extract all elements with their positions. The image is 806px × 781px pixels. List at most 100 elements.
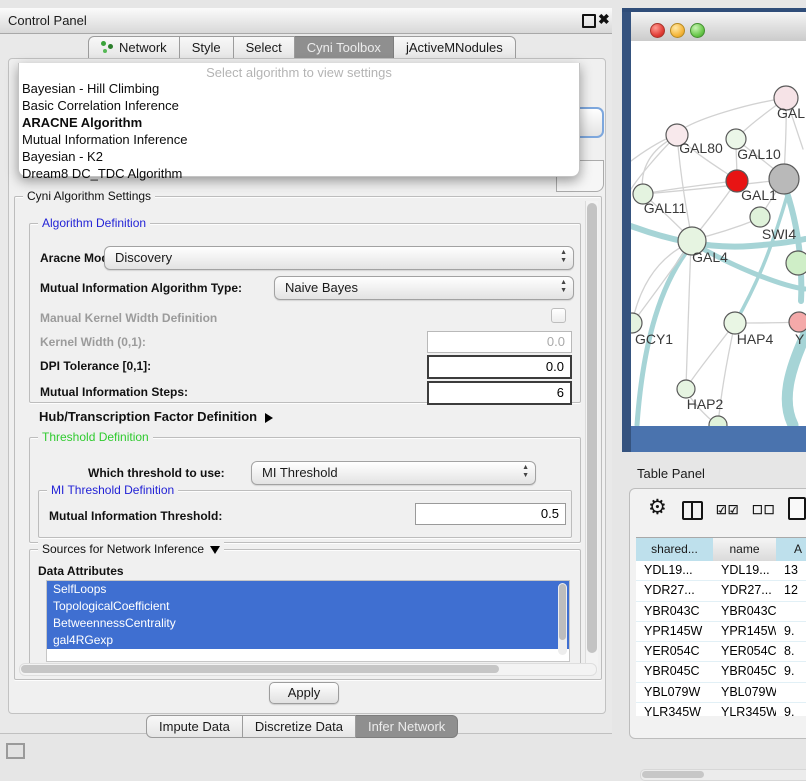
settings-vertical-scrollbar[interactable] xyxy=(585,201,598,671)
mi-threshold-group: MI Threshold Definition Mutual Informati… xyxy=(38,490,572,538)
gray-edge[interactable] xyxy=(632,243,689,323)
mi-threshold-title: MI Threshold Definition xyxy=(47,483,178,497)
zoom-traffic-light-icon[interactable] xyxy=(690,23,705,38)
node-swi4[interactable] xyxy=(750,207,770,227)
node-label-y: Y xyxy=(795,331,805,347)
list-vertical-scrollbar[interactable] xyxy=(558,583,567,655)
apply-button[interactable]: Apply xyxy=(269,682,339,704)
algorithm-option-mutual-information-inference[interactable]: Mutual Information Inference xyxy=(19,131,579,148)
table-cell: YER054C xyxy=(713,642,776,661)
algorithm-option-aracne-algorithm[interactable]: ARACNE Algorithm xyxy=(19,114,579,131)
table-cell: YDL19... xyxy=(636,561,713,580)
table-row[interactable]: YLR345WYLR345W9. xyxy=(636,703,806,716)
data-attributes-list[interactable]: SelfLoopsTopologicalCoefficientBetweenne… xyxy=(46,580,570,662)
hub-definition-toggle[interactable]: Hub/Transcription Factor Definition xyxy=(39,409,273,424)
table-cell: YLR345W xyxy=(636,703,713,716)
attribute-item-betweennesscentrality[interactable]: BetweennessCentrality xyxy=(47,615,569,632)
network-graph: GALGAL80GAL10GAL1GAL11SWI4GAL4GCY1HAP4YH… xyxy=(631,41,806,426)
table-horizontal-scrollbar[interactable] xyxy=(640,769,806,781)
control-panel-title: Control Panel xyxy=(8,13,87,28)
kernel-width-field[interactable]: 0.0 xyxy=(427,331,572,353)
table-row[interactable]: YDL19...YDL19...13 xyxy=(636,561,806,581)
table-cell: YDR27... xyxy=(713,581,776,600)
threshold-definition-title: Threshold Definition xyxy=(38,430,153,444)
aracne-mode-combo[interactable]: Discovery ▲▼ xyxy=(104,246,574,270)
bottom-tab-infer-network[interactable]: Infer Network xyxy=(356,715,458,738)
gray-edge[interactable] xyxy=(686,243,691,387)
which-threshold-value: MI Threshold xyxy=(262,465,338,480)
algorithm-option-dream8-dc-tdc-algorithm[interactable]: Dream8 DC_TDC Algorithm xyxy=(19,165,579,182)
table-cell: 12 xyxy=(776,581,806,600)
node-label-gal: GAL xyxy=(777,105,805,121)
attribute-item-gal4rgexp[interactable]: gal4RGexp xyxy=(47,632,569,649)
columns-icon[interactable] xyxy=(682,501,703,520)
which-threshold-label: Which threshold to use: xyxy=(88,466,225,480)
mi-threshold-label: Mutual Information Threshold: xyxy=(49,509,222,523)
teal-edge[interactable] xyxy=(787,336,805,425)
export-table-icon[interactable] xyxy=(788,497,806,520)
node-bottom[interactable] xyxy=(709,416,727,426)
gray-edge[interactable] xyxy=(643,181,735,194)
dpi-tolerance-field[interactable]: 0.0 xyxy=(427,355,572,379)
collapsed-arrow-icon xyxy=(265,413,273,423)
table-cell: YBR043C xyxy=(713,602,776,621)
tab-jactivemnodules[interactable]: jActiveMNodules xyxy=(394,36,516,59)
tab-select[interactable]: Select xyxy=(234,36,295,59)
algorithm-option-bayesian-hill-climbing[interactable]: Bayesian - Hill Climbing xyxy=(19,80,579,97)
tab-label: Select xyxy=(246,40,282,55)
tab-cyni-toolbox[interactable]: Cyni Toolbox xyxy=(295,36,394,59)
select-all-checkboxes-icon[interactable]: ☑☑ xyxy=(716,503,740,517)
mi-steps-field[interactable]: 6 xyxy=(427,381,572,405)
node-right-green[interactable] xyxy=(786,251,806,275)
table-cell: YPR145W xyxy=(636,622,713,641)
bottom-tab-impute-data[interactable]: Impute Data xyxy=(146,715,243,738)
node-gcy1[interactable] xyxy=(631,313,642,333)
node-pink-right[interactable] xyxy=(789,312,806,332)
tab-label: jActiveMNodules xyxy=(406,40,503,55)
table-row[interactable]: YBL079WYBL079W xyxy=(636,683,806,703)
table-row[interactable]: YER054CYER054C8. xyxy=(636,642,806,662)
close-traffic-light-icon[interactable] xyxy=(650,23,665,38)
mi-threshold-field[interactable]: 0.5 xyxy=(415,503,566,525)
column-header-a[interactable]: A xyxy=(776,537,806,562)
mi-type-combo[interactable]: Naive Bayes ▲▼ xyxy=(274,276,574,300)
gray-edge[interactable] xyxy=(677,98,786,133)
minimize-traffic-light-icon[interactable] xyxy=(670,23,685,38)
algorithm-option-basic-correlation-inference[interactable]: Basic Correlation Inference xyxy=(19,97,579,114)
tab-network[interactable]: Network xyxy=(88,36,180,59)
gear-icon[interactable]: ⚙ xyxy=(648,495,667,520)
settings-horizontal-scrollbar[interactable] xyxy=(19,663,597,676)
gray-edge[interactable] xyxy=(634,243,691,321)
bottom-tab-discretize-data[interactable]: Discretize Data xyxy=(243,715,356,738)
table-row[interactable]: YBR045CYBR045C9. xyxy=(636,662,806,682)
table-row[interactable]: YBR043CYBR043C xyxy=(636,602,806,622)
table-row[interactable]: YPR145WYPR145W9. xyxy=(636,622,806,642)
minimized-panel-icon[interactable] xyxy=(6,743,25,759)
table-cell: YBL079W xyxy=(713,683,776,702)
node-label-gal11: GAL11 xyxy=(644,200,687,216)
node-label-gal10: GAL10 xyxy=(737,146,781,162)
table-row[interactable]: YDR27...YDR27...12 xyxy=(636,581,806,601)
combo-arrows-icon: ▲▼ xyxy=(560,249,567,265)
column-header-shared[interactable]: shared... xyxy=(636,537,714,562)
network-frame-left xyxy=(622,12,631,452)
attribute-item-selfloops[interactable]: SelfLoops xyxy=(47,581,569,598)
tab-style[interactable]: Style xyxy=(180,36,234,59)
deselect-all-checkboxes-icon[interactable]: ☐☐ xyxy=(752,503,776,517)
attribute-item-topologicalcoefficient[interactable]: TopologicalCoefficient xyxy=(47,598,569,615)
node-label-gal4: GAL4 xyxy=(692,249,728,265)
table-body: YDL19...YDL19...13YDR27...YDR27...12YBR0… xyxy=(636,561,806,716)
float-window-icon[interactable] xyxy=(582,14,596,28)
sources-title[interactable]: Sources for Network Inference xyxy=(38,542,224,556)
bottom-tab-bar: Impute DataDiscretize DataInfer Network xyxy=(146,715,458,738)
which-threshold-combo[interactable]: MI Threshold ▲▼ xyxy=(251,461,536,485)
network-tab-icon xyxy=(101,41,114,53)
column-header-name[interactable]: name xyxy=(713,537,777,562)
network-canvas[interactable]: GALGAL80GAL10GAL1GAL11SWI4GAL4GCY1HAP4YH… xyxy=(631,41,806,426)
algorithm-option-bayesian-k2[interactable]: Bayesian - K2 xyxy=(19,148,579,165)
table-cell: YPR145W xyxy=(713,622,776,641)
close-panel-icon[interactable]: ✖ xyxy=(598,11,610,28)
network-window-titlebar[interactable] xyxy=(631,12,806,42)
manual-kernel-label: Manual Kernel Width Definition xyxy=(40,311,217,325)
manual-kernel-checkbox[interactable] xyxy=(551,308,566,323)
